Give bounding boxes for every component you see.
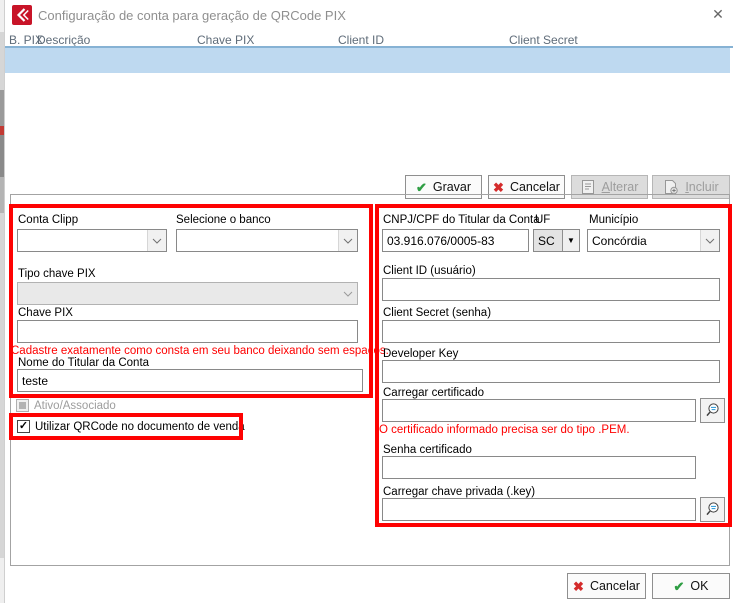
chevron-down-icon[interactable] [700, 230, 719, 251]
chave-pix-label: Chave PIX [18, 306, 73, 320]
footer-ok-button[interactable]: ✔ OK [652, 573, 730, 599]
dialog-window: Configuração de conta para geração de QR… [4, 0, 733, 603]
tipo-chave-pix-select [17, 282, 358, 305]
footer-cancelar-label: Cancelar [590, 579, 640, 593]
senha-certificado-label: Senha certificado [383, 443, 472, 457]
qrcode-venda-checkbox[interactable]: ✓ [17, 420, 30, 433]
dropdown-arrow-icon[interactable]: ▼ [562, 230, 579, 251]
close-icon[interactable]: ✕ [707, 6, 729, 26]
document-plus-icon [663, 179, 679, 195]
uf-value: SC [534, 230, 562, 251]
document-icon [581, 179, 596, 195]
checkbox-gray-fill [19, 402, 26, 409]
grid-col-chave-pix: Chave PIX [197, 33, 254, 47]
check-icon: ✔ [416, 181, 427, 194]
magnifier-icon [704, 501, 721, 518]
ativo-associado-checkbox [16, 399, 29, 412]
magnifier-icon [704, 402, 721, 419]
tipo-chave-pix-label: Tipo chave PIX [18, 267, 96, 281]
municipio-select[interactable]: Concórdia [587, 229, 720, 252]
uf-label: UF [535, 213, 550, 227]
client-secret-input[interactable] [382, 320, 720, 343]
certificado-warning-text: O certificado informado precisa ser do t… [379, 424, 630, 437]
chave-pix-input[interactable] [17, 320, 358, 343]
grid-selected-row[interactable] [5, 48, 730, 73]
municipio-label: Município [589, 213, 638, 227]
ativo-associado-label: Ativo/Associado [34, 399, 116, 413]
browse-certificado-button[interactable] [700, 398, 725, 423]
selecione-banco-select[interactable] [176, 229, 358, 252]
senha-certificado-input[interactable] [382, 456, 696, 479]
selecione-banco-label: Selecione o banco [176, 213, 271, 227]
developer-key-input[interactable] [382, 360, 720, 383]
incluir-button-label: Incluir [685, 180, 718, 194]
conta-clipp-select[interactable] [17, 229, 167, 252]
chave-privada-input[interactable] [382, 498, 696, 521]
cross-icon: ✖ [493, 181, 504, 194]
grid-col-client-id: Client ID [338, 33, 384, 47]
grid-col-client-secret: Client Secret [509, 33, 578, 47]
carregar-certificado-input[interactable] [382, 399, 696, 422]
cross-icon: ✖ [573, 580, 584, 593]
uf-select[interactable]: SC ▼ [533, 229, 580, 252]
browse-chave-privada-button[interactable] [700, 497, 725, 522]
footer-cancelar-button[interactable]: ✖ Cancelar [567, 573, 646, 599]
carregar-certificado-label: Carregar certificado [383, 386, 484, 400]
cancelar-button-label: Cancelar [510, 180, 560, 194]
chevron-down-icon [338, 283, 357, 304]
check-icon: ✔ [674, 580, 685, 593]
chave-privada-label: Carregar chave privada (.key) [383, 485, 535, 499]
qrcode-venda-label: Utilizar QRCode no documento de venda [35, 420, 245, 434]
alterar-button-label: Alterar [602, 180, 639, 194]
grid-col-descricao: Descrição [37, 33, 90, 47]
client-secret-label: Client Secret (senha) [383, 306, 491, 320]
titlebar: Configuração de conta para geração de QR… [5, 0, 733, 30]
app-logo-icon [12, 5, 32, 25]
footer-ok-label: OK [690, 579, 708, 593]
municipio-value: Concórdia [588, 234, 700, 248]
nome-titular-label: Nome do Titular da Conta [18, 356, 149, 370]
cnpj-label: CNPJ/CPF do Titular da Conta [383, 213, 540, 227]
dialog-title: Configuração de conta para geração de QR… [38, 8, 346, 23]
conta-clipp-label: Conta Clipp [18, 213, 78, 227]
cnpj-input[interactable] [382, 229, 529, 252]
chevron-down-icon[interactable] [338, 230, 357, 251]
chevron-down-icon[interactable] [147, 230, 166, 251]
nome-titular-input[interactable] [17, 369, 363, 392]
client-id-input[interactable] [382, 278, 720, 301]
gravar-button-label: Gravar [433, 180, 471, 194]
client-id-label: Client ID (usuário) [383, 264, 476, 278]
developer-key-label: Developer Key [383, 347, 458, 361]
